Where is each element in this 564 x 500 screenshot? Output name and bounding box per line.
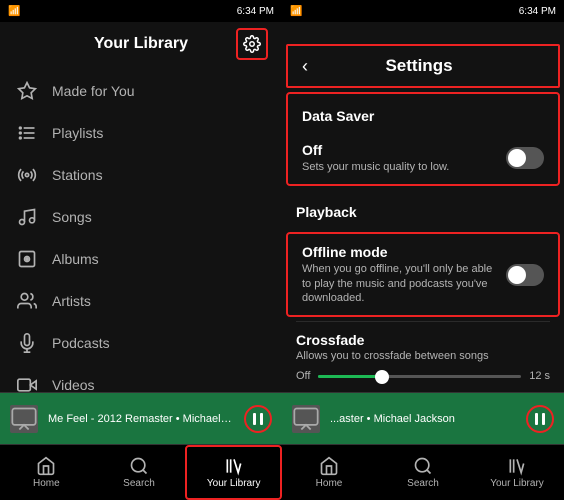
crossfade-slider-label: Off	[296, 370, 310, 382]
settings-body: Data Saver Off Sets your music quality t…	[282, 88, 564, 392]
left-now-playing-bar[interactable]: Me Feel - 2012 Remaster • Michael Jack..…	[0, 392, 282, 444]
playlists-label: Playlists	[52, 125, 103, 141]
crossfade-title: Crossfade	[296, 332, 550, 348]
playback-label: Playback	[282, 190, 564, 228]
data-saver-label: Data Saver	[288, 94, 558, 132]
home-icon	[36, 456, 56, 476]
nav-item-made-for-you[interactable]: Made for You	[0, 70, 282, 112]
offline-mode-item[interactable]: Offline mode When you go offline, you'll…	[288, 234, 558, 315]
left-pause-button[interactable]	[244, 405, 272, 433]
podcasts-icon	[16, 332, 38, 354]
left-header: Your Library	[0, 22, 282, 66]
made-for-you-label: Made for You	[52, 83, 135, 99]
left-bottom-nav: Home Search Your Library	[0, 444, 282, 500]
right-home-label: Home	[316, 478, 343, 489]
artists-icon	[16, 290, 38, 312]
data-saver-block: Data Saver Off Sets your music quality t…	[286, 92, 560, 186]
nav-item-videos[interactable]: Videos	[0, 364, 282, 392]
nav-item-albums[interactable]: Albums	[0, 238, 282, 280]
right-device-icon	[292, 405, 320, 433]
crossfade-slider-value: 12 s	[529, 370, 550, 382]
right-status-bar: 📶 6:34 PM	[282, 0, 564, 22]
right-now-playing-text: ...aster • Michael Jackson	[330, 413, 516, 425]
offline-mode-toggle-knob	[508, 266, 526, 284]
nav-item-playlists[interactable]: Playlists	[0, 112, 282, 154]
left-home-label: Home	[33, 478, 60, 489]
songs-label: Songs	[52, 209, 92, 225]
offline-mode-toggle[interactable]	[506, 264, 544, 286]
left-time: 6:34 PM	[237, 6, 274, 17]
search-icon	[129, 456, 149, 476]
offline-mode-text: Offline mode When you go offline, you'll…	[302, 244, 498, 305]
data-saver-desc: Sets your music quality to low.	[302, 160, 498, 174]
right-library-icon	[507, 456, 527, 476]
right-pause-button[interactable]	[526, 405, 554, 433]
right-signal-icon: 📶	[290, 6, 302, 17]
data-saver-title: Off	[302, 142, 498, 158]
crossfade-row: Crossfade Allows you to crossfade betwee…	[282, 322, 564, 392]
right-now-playing-title: ...aster • Michael Jackson	[330, 413, 516, 425]
status-left: 📶	[8, 6, 20, 17]
settings-header: ‹ Settings	[286, 44, 560, 88]
songs-icon	[16, 206, 38, 228]
data-saver-toggle[interactable]	[506, 147, 544, 169]
star-icon	[16, 80, 38, 102]
left-bottom-nav-home[interactable]: Home	[0, 445, 93, 500]
nav-item-songs[interactable]: Songs	[0, 196, 282, 238]
right-search-label: Search	[407, 478, 439, 489]
artists-label: Artists	[52, 293, 91, 309]
right-bottom-nav-search[interactable]: Search	[376, 445, 470, 500]
left-status-bar: 📶 6:34 PM	[0, 0, 282, 22]
left-now-playing-text: Me Feel - 2012 Remaster • Michael Jack..…	[48, 413, 234, 425]
nav-item-artists[interactable]: Artists	[0, 280, 282, 322]
status-right: 6:34 PM	[237, 6, 274, 17]
albums-label: Albums	[52, 251, 99, 267]
left-device-icon	[10, 405, 38, 433]
left-bottom-nav-library[interactable]: Your Library	[185, 445, 282, 500]
right-panel: 📶 6:34 PM ‹ Settings Data Saver Off Sets…	[282, 0, 564, 500]
library-icon	[224, 456, 244, 476]
nav-list: Made for You Playlists Stations	[0, 66, 282, 392]
right-status-left: 📶	[290, 6, 302, 17]
crossfade-slider-row[interactable]: Off 12 s	[296, 370, 550, 382]
playlist-icon	[16, 122, 38, 144]
data-saver-item[interactable]: Off Sets your music quality to low.	[288, 132, 558, 184]
data-saver-text: Off Sets your music quality to low.	[302, 142, 498, 174]
crossfade-slider-track[interactable]	[318, 375, 521, 378]
nav-item-podcasts[interactable]: Podcasts	[0, 322, 282, 364]
albums-icon	[16, 248, 38, 270]
settings-icon-button[interactable]	[236, 28, 268, 60]
stations-label: Stations	[52, 167, 103, 183]
right-library-label: Your Library	[490, 478, 544, 489]
left-library-label: Your Library	[207, 478, 261, 489]
left-search-label: Search	[123, 478, 155, 489]
right-time: 6:34 PM	[519, 6, 556, 17]
settings-title: Settings	[318, 56, 520, 76]
back-button[interactable]: ‹	[302, 56, 308, 77]
signal-icon: 📶	[8, 6, 20, 17]
videos-icon	[16, 374, 38, 392]
right-bottom-nav-home[interactable]: Home	[282, 445, 376, 500]
left-now-playing-title: Me Feel - 2012 Remaster • Michael Jack..…	[48, 413, 234, 425]
crossfade-desc: Allows you to crossfade between songs	[296, 350, 550, 362]
videos-label: Videos	[52, 377, 95, 392]
crossfade-slider-thumb	[375, 370, 389, 384]
right-bottom-nav: Home Search Your Library	[282, 444, 564, 500]
offline-mode-title: Offline mode	[302, 244, 498, 260]
data-saver-toggle-knob	[508, 149, 526, 167]
right-now-playing-bar[interactable]: ...aster • Michael Jackson	[282, 392, 564, 444]
left-header-title: Your Library	[94, 35, 188, 53]
podcasts-label: Podcasts	[52, 335, 110, 351]
crossfade-slider-fill	[318, 375, 379, 378]
offline-mode-block: Offline mode When you go offline, you'll…	[286, 232, 560, 317]
left-panel: 📶 6:34 PM Your Library Made for You	[0, 0, 282, 500]
right-home-icon	[319, 456, 339, 476]
right-status-right: 6:34 PM	[519, 6, 556, 17]
nav-item-stations[interactable]: Stations	[0, 154, 282, 196]
right-bottom-nav-library[interactable]: Your Library	[470, 445, 564, 500]
offline-mode-desc: When you go offline, you'll only be able…	[302, 262, 498, 305]
radio-icon	[16, 164, 38, 186]
left-bottom-nav-search[interactable]: Search	[93, 445, 186, 500]
right-search-icon	[413, 456, 433, 476]
